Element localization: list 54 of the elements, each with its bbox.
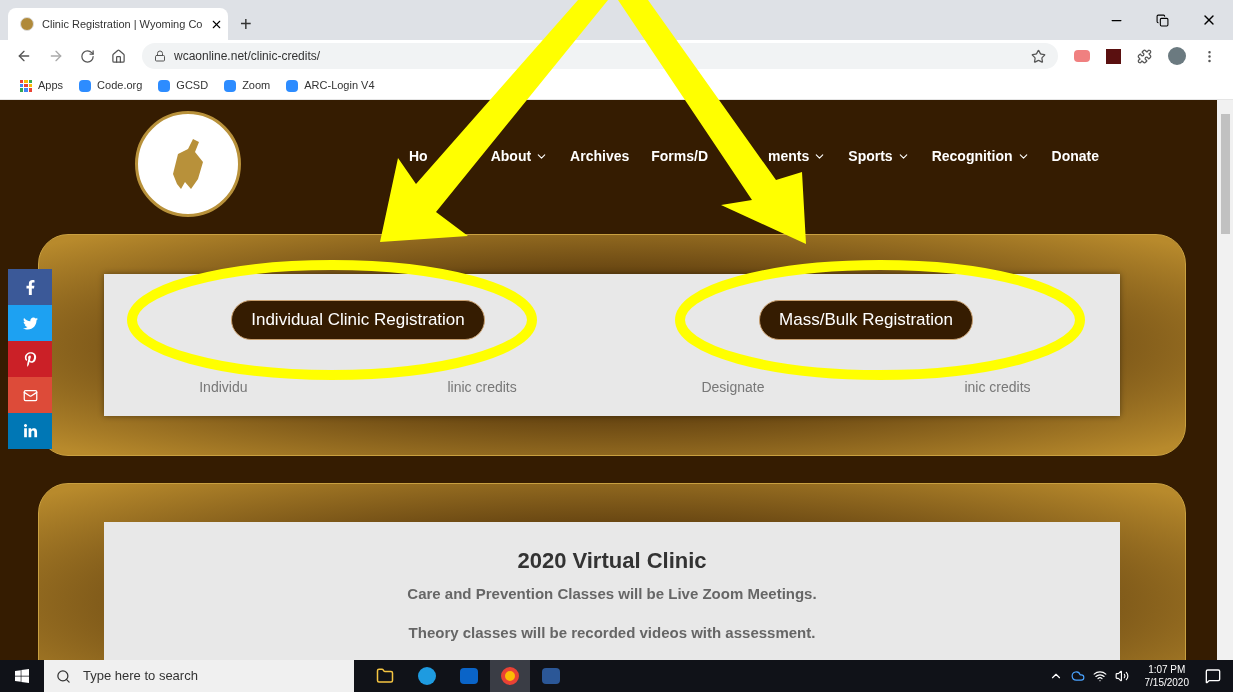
registration-button[interactable]: Mass/Bulk Registration — [759, 300, 973, 340]
description-text: Designate — [701, 378, 765, 397]
clinic-info-text: Care and Prevention Classes will be Live Zoom Meetings. — [407, 584, 817, 604]
extensions-icon[interactable] — [1137, 48, 1152, 64]
bookmark[interactable]: Apps — [20, 77, 64, 94]
pinterest-icon — [22, 351, 38, 367]
facebook-share-button[interactable] — [8, 269, 52, 305]
twitter-share-button[interactable] — [8, 305, 52, 341]
description-text: inic credits — [964, 378, 1031, 397]
tab-title: Clinic Registration | Wyoming Co — [42, 16, 203, 32]
clinic-title: 2020 Virtual Clinic — [517, 547, 707, 575]
avatar-icon[interactable] — [1168, 47, 1186, 65]
cloud-icon[interactable] — [1070, 669, 1085, 683]
back-icon[interactable] — [16, 48, 32, 64]
description-text: Individu — [199, 378, 248, 397]
bookmark[interactable]: Code.org — [79, 77, 143, 94]
lock-icon — [154, 50, 166, 62]
scrollbar[interactable] — [1217, 100, 1233, 660]
nav-link[interactable]: Archives — [570, 145, 630, 167]
notification-icon[interactable] — [1205, 668, 1221, 684]
nav-link[interactable]: Forms/D ments — [651, 145, 827, 167]
nav-link[interactable]: Recognition — [931, 145, 1030, 167]
search-icon — [56, 668, 71, 684]
nav-link[interactable]: Donate — [1051, 145, 1099, 167]
pinterest-share-button[interactable] — [8, 341, 52, 377]
clinic-info-text: Theory classes will be recorded videos with assessment. — [408, 622, 816, 643]
new-tab-button[interactable]: + — [228, 8, 264, 40]
bookmark[interactable]: Zoom — [224, 77, 271, 94]
linkedin-icon — [22, 423, 38, 439]
site-favicon — [20, 17, 34, 31]
address-field[interactable]: wcaonline.net/clinic-credits/ — [142, 43, 1058, 69]
nav-link[interactable]: Ho — [409, 145, 428, 167]
reload-icon[interactable] — [80, 48, 95, 64]
bookmark[interactable]: ARC-Login V4 — [286, 77, 375, 94]
star-icon[interactable] — [1031, 48, 1046, 64]
folder-icon[interactable] — [376, 667, 394, 685]
bookmark[interactable]: GCSD — [158, 77, 209, 94]
restore-icon[interactable] — [1156, 13, 1169, 27]
description-text: linic credits — [447, 378, 517, 397]
nav-link[interactable]: Sports — [848, 145, 910, 167]
email-icon — [22, 387, 38, 403]
windows-logo-icon[interactable] — [14, 668, 30, 684]
registration-button[interactable]: Individual Clinic Registration — [231, 300, 485, 340]
linkedin-share-button[interactable] — [8, 413, 52, 449]
volume-icon[interactable] — [1114, 669, 1129, 683]
home-icon[interactable] — [111, 48, 126, 64]
twitter-icon — [22, 315, 38, 331]
browser-tab[interactable]: Clinic Registration | Wyoming Co — [8, 8, 228, 40]
url-text: wcaonline.net/clinic-credits/ — [174, 48, 321, 65]
wifi-icon[interactable] — [1092, 669, 1107, 683]
email-share-button[interactable] — [8, 377, 52, 413]
clock[interactable]: 1:07 PM 7/15/2020 — [1144, 663, 1189, 689]
taskbar-search-field[interactable]: Type here to search — [44, 660, 354, 692]
nav-link[interactable]: About — [490, 145, 549, 167]
